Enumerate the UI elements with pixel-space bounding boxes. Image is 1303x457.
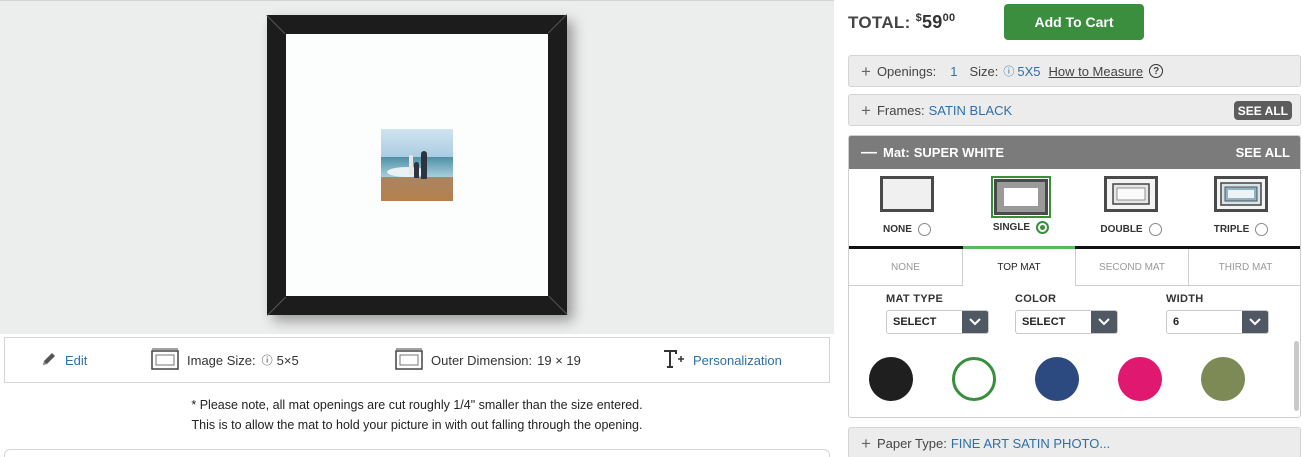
order-total: TOTAL: $5900 <box>848 12 955 33</box>
width-select[interactable]: 6 <box>1166 310 1269 334</box>
mat-type-select[interactable]: SELECT <box>886 310 989 334</box>
paper-label: Paper Type: <box>876 435 947 451</box>
plus-icon: + <box>861 433 871 453</box>
info-icon: ⓘ <box>1003 66 1015 78</box>
mat-none-icon <box>867 176 947 217</box>
total-label: TOTAL: <box>848 13 911 32</box>
mat-style-label: NONE <box>883 224 912 235</box>
chevron-down-icon <box>1242 311 1268 333</box>
info-icon: ⓘ <box>261 355 273 367</box>
frame-miter-line <box>266 15 286 35</box>
width-value: 6 <box>1173 316 1180 328</box>
frame-miter-line <box>547 14 567 34</box>
outer-dimension-value: 19 × 19 <box>537 352 581 368</box>
mat-style-triple[interactable]: TRIPLE <box>1201 176 1281 236</box>
minus-icon: — <box>861 143 877 161</box>
mat-style-label: TRIPLE <box>1213 224 1250 235</box>
personalization-label: Personalization <box>693 352 782 368</box>
mat-triple-icon <box>1201 176 1281 217</box>
plus-icon: + <box>861 100 871 120</box>
mat-type-value: SELECT <box>893 316 937 328</box>
openings-section-header[interactable]: + Openings: 1 Size: ⓘ 5X5 How to Measure… <box>848 55 1301 87</box>
mat-section: — Mat: SUPER WHITE SEE ALL NONE SINGLE D… <box>848 135 1301 418</box>
frames-label: Frames: <box>876 102 925 118</box>
outer-dimension-icon <box>395 348 423 373</box>
radio-button[interactable] <box>1255 223 1269 236</box>
mat-type-field: MAT TYPE SELECT <box>886 293 989 334</box>
chevron-down-icon <box>962 311 988 333</box>
note-line-2: This is to allow the mat to hold your pi… <box>191 418 643 432</box>
preview-toolbar: Edit Image Size: ⓘ 5×5 Outer Dimension: … <box>4 337 830 383</box>
color-field: COLOR SELECT <box>1015 293 1118 334</box>
openings-count: 1 <box>950 63 958 79</box>
frame-miter-line <box>548 295 568 315</box>
edit-label: Edit <box>65 352 88 368</box>
color-select[interactable]: SELECT <box>1015 310 1118 334</box>
image-size-label: Image Size: <box>187 352 256 368</box>
mat-type-label: MAT TYPE <box>886 293 944 305</box>
mat-opening-note: * Please note, all mat openings are cut … <box>0 395 834 435</box>
how-to-measure-link[interactable]: How to Measure <box>1048 64 1143 79</box>
note-line-1: * Please note, all mat openings are cut … <box>191 398 643 412</box>
mat-style-none[interactable]: NONE <box>867 176 947 236</box>
image-size-value: 5×5 <box>276 352 299 368</box>
mat-style-single[interactable]: SINGLE <box>981 176 1061 234</box>
bottom-card <box>4 449 830 457</box>
mat-layer-tabs: NONE TOP MAT SECOND MAT THIRD MAT <box>849 246 1300 286</box>
frames-section-header[interactable]: + Frames: SATIN BLACK SEE ALL <box>848 94 1301 126</box>
radio-button-selected[interactable] <box>1036 221 1050 234</box>
color-label: COLOR <box>1015 293 1057 305</box>
paper-value: FINE ART SATIN PHOTO... <box>950 435 1111 451</box>
edit-button[interactable]: Edit <box>41 338 87 382</box>
scrollbar[interactable] <box>1294 341 1299 411</box>
color-value: SELECT <box>1022 316 1066 328</box>
personalization-button[interactable]: Personalization <box>663 338 782 382</box>
swatch-pink[interactable] <box>1118 357 1162 401</box>
frames-see-all-button[interactable]: SEE ALL <box>1233 101 1292 120</box>
tab-top-mat[interactable]: TOP MAT <box>963 246 1076 286</box>
help-icon[interactable]: ? <box>1149 64 1164 78</box>
outer-dimension-label: Outer Dimension: <box>431 352 533 368</box>
paper-section-header[interactable]: + Paper Type: FINE ART SATIN PHOTO... <box>848 427 1301 457</box>
add-to-cart-button[interactable]: Add To Cart <box>1004 4 1144 40</box>
image-size-info: Image Size: ⓘ 5×5 <box>151 338 299 382</box>
frame-preview <box>266 14 568 316</box>
size-label: Size: <box>969 63 999 79</box>
mat-style-double[interactable]: DOUBLE <box>1091 176 1171 236</box>
total-price: $5900 <box>915 12 956 32</box>
mat-style-label: DOUBLE <box>1100 224 1143 235</box>
frames-value: SATIN BLACK <box>928 102 1013 118</box>
mat-double-icon <box>1091 176 1171 217</box>
size-value: 5X5 <box>1017 63 1041 79</box>
photo-preview <box>381 129 453 201</box>
chevron-down-icon <box>1091 311 1117 333</box>
mat-preview <box>286 34 548 296</box>
mat-value: SUPER WHITE <box>913 145 1005 160</box>
mat-label: Mat: <box>883 145 910 160</box>
mat-see-all-button[interactable]: SEE ALL <box>1236 145 1290 160</box>
tab-none[interactable]: NONE <box>849 249 963 286</box>
width-label: WIDTH <box>1166 293 1204 305</box>
mat-style-label: SINGLE <box>992 222 1031 233</box>
frame-preview-area <box>0 0 834 334</box>
tab-second-mat[interactable]: SECOND MAT <box>1076 249 1189 286</box>
image-size-icon <box>151 348 179 373</box>
frame-miter-line <box>267 296 287 316</box>
outer-dimension-info: Outer Dimension: 19 × 19 <box>395 338 581 382</box>
pencil-icon <box>41 351 57 370</box>
openings-label: Openings: <box>876 63 937 79</box>
options-panel: TOTAL: $5900 Add To Cart + Openings: 1 S… <box>834 0 1303 457</box>
swatch-olive[interactable] <box>1201 357 1245 401</box>
swatch-navy[interactable] <box>1035 357 1079 401</box>
tab-third-mat[interactable]: THIRD MAT <box>1189 249 1300 286</box>
swatch-white-selected[interactable] <box>952 357 996 401</box>
mat-single-icon <box>991 176 1051 218</box>
swatch-black[interactable] <box>869 357 913 401</box>
plus-icon: + <box>861 61 871 81</box>
radio-button[interactable] <box>1148 223 1162 236</box>
text-add-icon <box>663 349 685 372</box>
radio-button[interactable] <box>917 223 931 236</box>
width-field: WIDTH 6 <box>1166 293 1269 334</box>
mat-section-header[interactable]: — Mat: SUPER WHITE SEE ALL <box>849 136 1300 169</box>
